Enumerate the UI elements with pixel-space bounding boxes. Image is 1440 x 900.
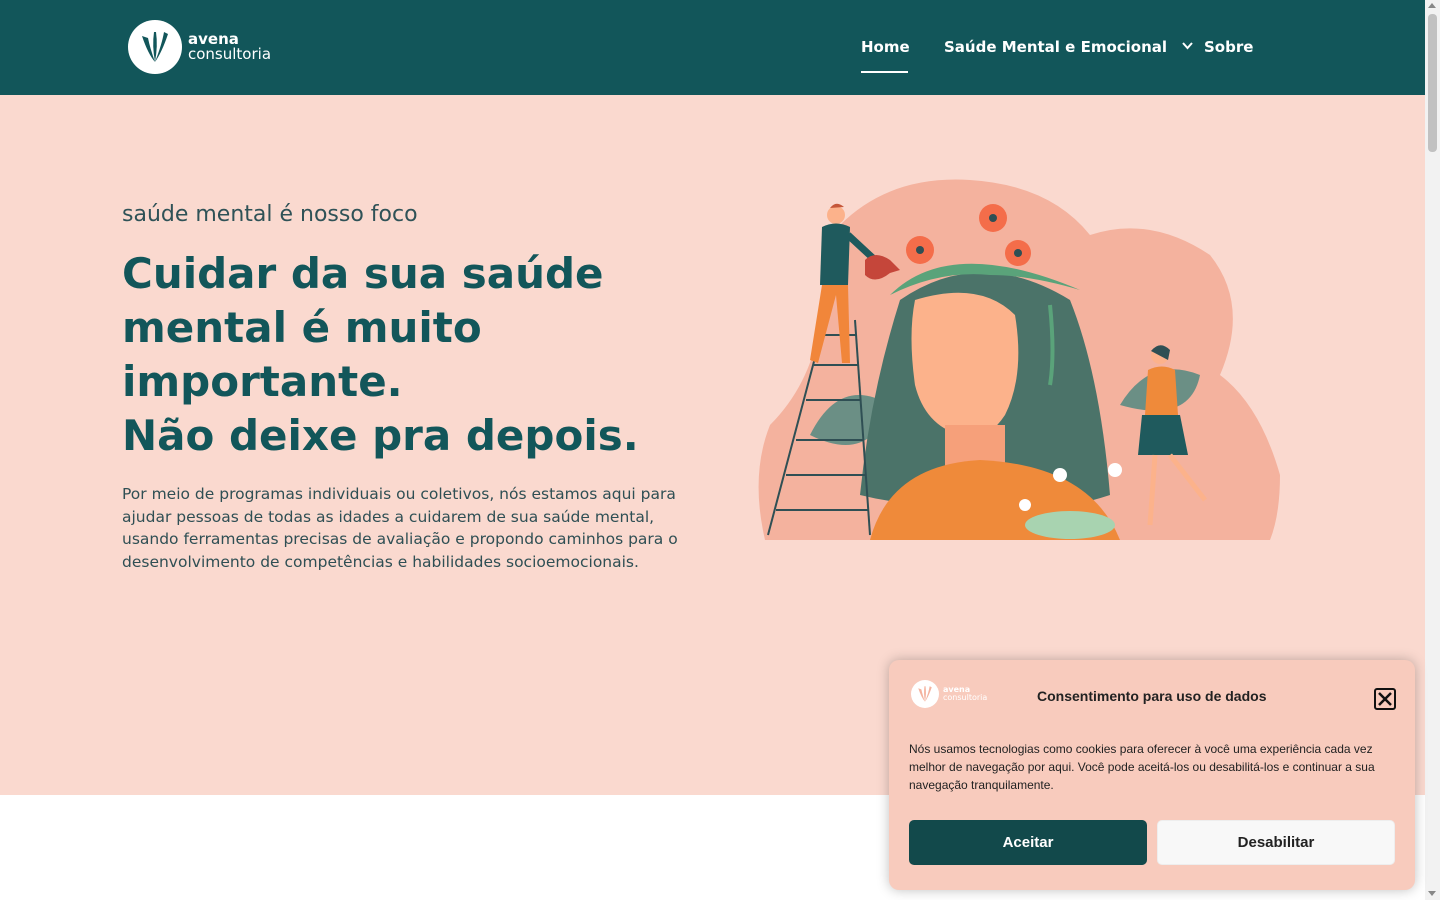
- site-header: avena consultoria Home Saúde Mental e Em…: [0, 0, 1425, 95]
- cookie-text: Nós usamos tecnologias como cookies para…: [909, 742, 1375, 792]
- hero-description: Por meio de programas individuais ou col…: [122, 485, 678, 571]
- nav-item-home-label: Home: [861, 38, 910, 56]
- nav-item-home[interactable]: Home: [861, 38, 910, 73]
- headline-line: Cuidar da sua saúde: [122, 249, 604, 298]
- accept-button[interactable]: Aceitar: [909, 820, 1147, 865]
- hero-kicker: saúde mental é nosso foco: [122, 202, 418, 227]
- scroll-down-arrow-icon[interactable]: [1428, 891, 1436, 896]
- leaf-logo-icon: [911, 680, 939, 708]
- cookie-brand-line2: consultoria: [943, 693, 988, 702]
- scroll-thumb[interactable]: [1428, 14, 1437, 152]
- leaf-logo-icon: [128, 20, 182, 74]
- brand-name: avena consultoria: [188, 32, 271, 62]
- brand-name-line2: consultoria: [188, 45, 272, 63]
- hero-headline: Cuidar da sua saúde mental é muito impor…: [122, 247, 712, 463]
- active-underline: [861, 71, 908, 73]
- scroll-up-arrow-icon[interactable]: [1428, 3, 1436, 8]
- nav-item-sobre-label: Sobre: [1204, 38, 1254, 56]
- cookie-brand-logo: avena consultoria: [911, 680, 987, 708]
- headline-line: Não deixe pra depois.: [122, 411, 639, 460]
- disable-button[interactable]: Desabilitar: [1157, 820, 1395, 865]
- nav-item-saude-mental[interactable]: Saúde Mental e Emocional: [944, 36, 1194, 56]
- close-icon: [1376, 692, 1394, 711]
- headline-line: importante.: [122, 357, 403, 406]
- mental-health-illustration: [750, 175, 1285, 545]
- cookie-title: Consentimento para uso de dados: [1037, 688, 1267, 704]
- page-scrollbar[interactable]: [1425, 0, 1440, 900]
- cookie-consent-banner: avena consultoria Consentimento para uso…: [889, 660, 1415, 890]
- brand-logo[interactable]: avena consultoria: [128, 20, 271, 74]
- nav-item-saude-mental-label: Saúde Mental e Emocional: [944, 38, 1168, 56]
- headline-line: mental é muito: [122, 303, 482, 352]
- chevron-down-icon: [1182, 36, 1194, 54]
- cookie-brand-name: avena consultoria: [943, 686, 987, 702]
- close-button[interactable]: [1374, 688, 1396, 710]
- nav-item-sobre[interactable]: Sobre: [1204, 38, 1253, 56]
